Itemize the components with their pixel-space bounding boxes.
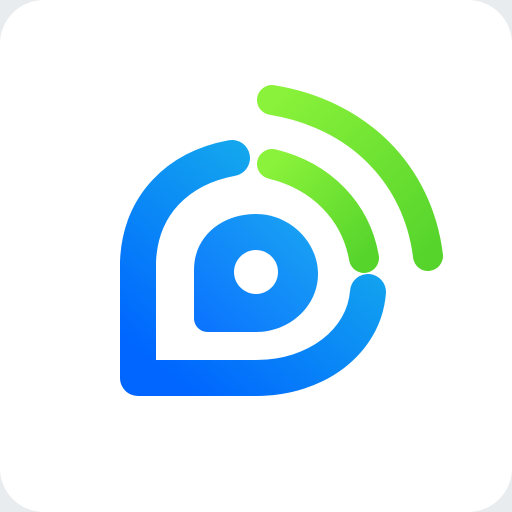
pin-inner-shape [194, 214, 318, 332]
app-icon-tile [0, 0, 512, 512]
location-signal-logo-icon [120, 85, 443, 396]
